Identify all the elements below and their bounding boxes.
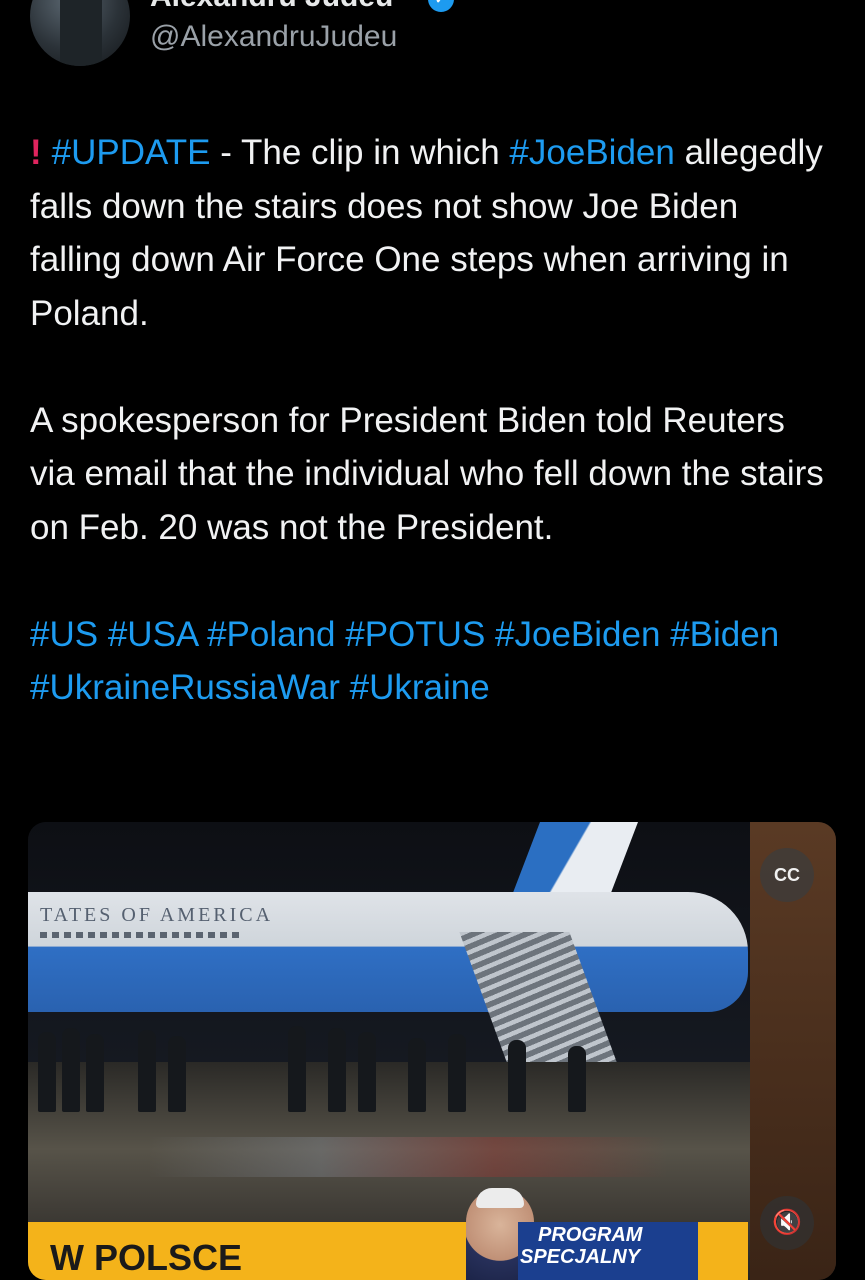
tweet-text: ! #UPDATE - The clip in which #JoeBiden a…: [30, 126, 830, 715]
alert-exclamation-icon: !: [30, 133, 42, 172]
hashtag-biden[interactable]: #Biden: [670, 615, 779, 654]
tv-program-badge: PROGRAM SPECJALNY: [518, 1222, 698, 1280]
tweet-header: Alexandru Judeu ✓ @AlexandruJudeu: [0, 0, 865, 80]
hashtag-us[interactable]: #US: [30, 615, 98, 654]
captions-off-icon[interactable]: CC: [760, 848, 814, 902]
tweet-hashtags: #US #USA #Poland #POTUS #JoeBiden #Biden…: [30, 608, 830, 715]
hashtag-joebiden[interactable]: #JoeBiden: [509, 133, 674, 172]
program-line-1: PROGRAM: [538, 1224, 643, 1246]
tv-inset-hair: [476, 1188, 524, 1208]
hashtag-joebiden[interactable]: #JoeBiden: [495, 615, 660, 654]
hashtag-poland[interactable]: #Poland: [207, 615, 335, 654]
tweet-text-segment: - The clip in which: [210, 133, 510, 172]
hashtag-ukrainerussiawar[interactable]: #UkraineRussiaWar: [30, 668, 340, 707]
tv-lower-third-label: W POLSCE: [50, 1237, 243, 1278]
volume-muted-icon[interactable]: 🔇: [760, 1196, 814, 1250]
hashtag-ukraine[interactable]: #Ukraine: [350, 668, 490, 707]
tweet-paragraph-2: A spokesperson for President Biden told …: [30, 400, 824, 547]
author-display-name[interactable]: Alexandru Judeu: [150, 0, 393, 14]
author-handle[interactable]: @AlexandruJudeu: [150, 20, 397, 54]
video-player[interactable]: TATES OF AMERICA CC 🔇 W POLSCE PROGRAM S…: [28, 822, 836, 1280]
crowd: [28, 1022, 748, 1112]
hashtag-potus[interactable]: #POTUS: [345, 615, 485, 654]
program-line-2: SPECJALNY: [520, 1246, 641, 1268]
verified-badge-icon: ✓: [428, 0, 454, 12]
hashtag-usa[interactable]: #USA: [108, 615, 198, 654]
tarmac-reflection: [148, 1137, 668, 1177]
avatar[interactable]: [30, 0, 130, 66]
plane-windows: [40, 932, 240, 938]
avatar-figure: [60, 0, 102, 66]
plane-lettering: TATES OF AMERICA: [40, 904, 274, 926]
hashtag-update[interactable]: #UPDATE: [52, 133, 211, 172]
tweet-paragraph-1: ! #UPDATE - The clip in which #JoeBiden a…: [30, 126, 830, 340]
